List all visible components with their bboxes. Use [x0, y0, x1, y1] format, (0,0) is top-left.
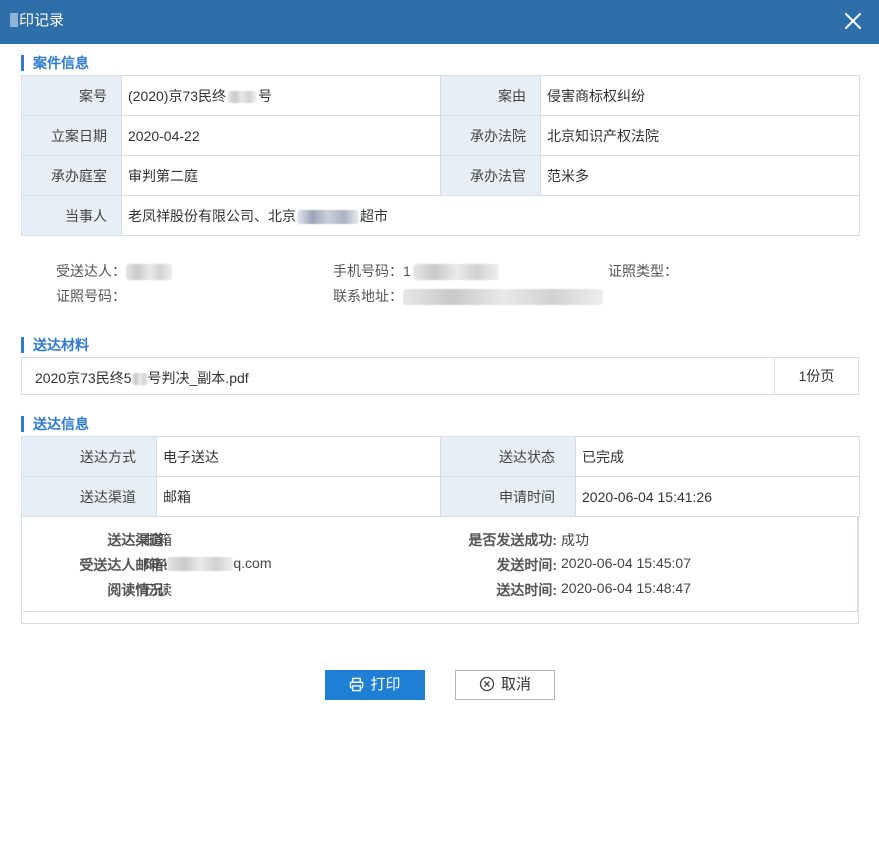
- delivery-detail-box: 送达渠道: 邮箱 是否发送成功: 成功 受送达人邮箱: 694 q.com 发送时…: [23, 516, 858, 612]
- tribunal-label: 承办庭室: [21, 155, 122, 196]
- apply-time-value: 2020-06-04 15:41:26: [575, 476, 860, 517]
- detail-email-value: 694 q.com: [144, 555, 272, 572]
- recipient-id-type-label: 证照类型：: [608, 263, 678, 279]
- circle-x-icon: [479, 676, 495, 692]
- redacted-block: [10, 13, 18, 27]
- material-file-suffix: 号判决_副本.pdf: [147, 370, 249, 386]
- tribunal-value: 审判第二庭: [121, 155, 441, 196]
- detail-channel-value: 邮箱: [144, 532, 172, 548]
- delivery-method-label: 送达方式: [21, 436, 157, 477]
- delivery-status-value: 已完成: [575, 436, 860, 477]
- court-value: 北京知识产权法院: [540, 115, 860, 156]
- redacted-block: [167, 557, 234, 572]
- dialog-titlebar: 印记录: [0, 0, 879, 44]
- case-no-text: (2020)京73民终: [128, 87, 227, 104]
- detail-email-prefix: 694: [144, 555, 168, 571]
- detail-deliver-time-label: 送达时间:: [496, 582, 557, 598]
- recipient-address-label: 联系地址：: [333, 288, 403, 304]
- detail-send-time-label: 发送时间:: [496, 557, 557, 573]
- filing-date-label: 立案日期: [21, 115, 122, 156]
- judge-value: 范米多: [540, 155, 860, 196]
- printer-icon: [350, 677, 364, 692]
- recipient-phone-label: 手机号码：: [333, 263, 403, 279]
- judge-label: 承办法官: [440, 155, 541, 196]
- material-file-text: 2020京73民终5: [35, 370, 132, 386]
- delivery-table: 送达方式 电子送达 送达状态 已完成 送达渠道 邮箱 申请时间 2020-06-…: [21, 436, 860, 517]
- parties-text: 老凤祥股份有限公司、北京: [128, 207, 296, 224]
- redacted-block: [126, 264, 172, 281]
- detail-send-time-value: 2020-06-04 15:45:07: [561, 555, 691, 571]
- cancel-button-label: 取消: [500, 676, 531, 693]
- detail-success-label: 是否发送成功:: [468, 532, 557, 548]
- recipient-phone-row: 手机号码：1: [333, 261, 499, 281]
- print-button-label: 打印: [370, 676, 401, 693]
- dialog-title: 印记录: [10, 12, 64, 30]
- apply-time-label: 申请时间: [440, 476, 576, 517]
- recipient-id-no-row: 证照号码：: [56, 286, 126, 306]
- recipient-id-type-row: 证照类型：: [608, 261, 678, 281]
- delivery-channel-label: 送达渠道: [21, 476, 157, 517]
- redacted-block: [228, 90, 257, 103]
- redacted-block: [412, 264, 499, 281]
- delivery-heading: 送达信息: [21, 416, 89, 432]
- parties-suffix: 超市: [360, 207, 388, 224]
- detail-read-value: 已读: [144, 582, 172, 598]
- print-button[interactable]: 打印: [325, 670, 425, 700]
- dialog-title-text: 印记录: [19, 12, 65, 29]
- materials-heading: 送达材料: [21, 337, 89, 353]
- case-no-value: (2020)京73民终 号: [121, 75, 441, 116]
- cancel-button[interactable]: 取消: [455, 670, 555, 700]
- recipient-address-row: 联系地址：: [333, 286, 603, 306]
- redacted-block: [403, 289, 603, 306]
- cause-label: 案由: [440, 75, 541, 116]
- delivery-channel-value: 邮箱: [156, 476, 441, 517]
- close-icon[interactable]: [843, 11, 863, 31]
- delivery-method-value: 电子送达: [156, 436, 441, 477]
- redacted-block: [131, 373, 148, 386]
- detail-deliver-time-value: 2020-06-04 15:48:47: [561, 580, 691, 596]
- detail-success-value: 成功: [561, 532, 589, 548]
- delivery-status-label: 送达状态: [440, 436, 576, 477]
- redacted-block: [297, 209, 359, 224]
- case-info-heading: 案件信息: [21, 55, 89, 71]
- recipient-id-no-label: 证照号码：: [56, 288, 126, 304]
- material-file-name[interactable]: 2020京73民终5 号判决_副本.pdf: [35, 368, 249, 388]
- material-pages: 1份页: [774, 358, 858, 394]
- detail-email-suffix: q.com: [233, 555, 272, 571]
- cause-value: 侵害商标权纠纷: [540, 75, 860, 116]
- parties-label: 当事人: [21, 195, 122, 236]
- recipient-name-label: 受送达人：: [56, 263, 126, 279]
- recipient-phone-value: 1: [403, 263, 411, 279]
- court-label: 承办法院: [440, 115, 541, 156]
- delivery-detail-panel: 送达渠道: 邮箱 是否发送成功: 成功 受送达人邮箱: 694 q.com 发送时…: [21, 516, 859, 624]
- case-no-label: 案号: [21, 75, 122, 116]
- case-no-suffix: 号: [258, 87, 273, 104]
- recipient-name-row: 受送达人：: [56, 261, 172, 281]
- material-row: 2020京73民终5 号判决_副本.pdf 1份页: [21, 357, 859, 395]
- parties-value: 老凤祥股份有限公司、北京 超市: [121, 195, 860, 236]
- filing-date-value: 2020-04-22: [121, 115, 441, 156]
- case-info-table: 案号 (2020)京73民终 号 案由 侵害商标权纠纷 立案日期 2020-04-…: [21, 75, 860, 236]
